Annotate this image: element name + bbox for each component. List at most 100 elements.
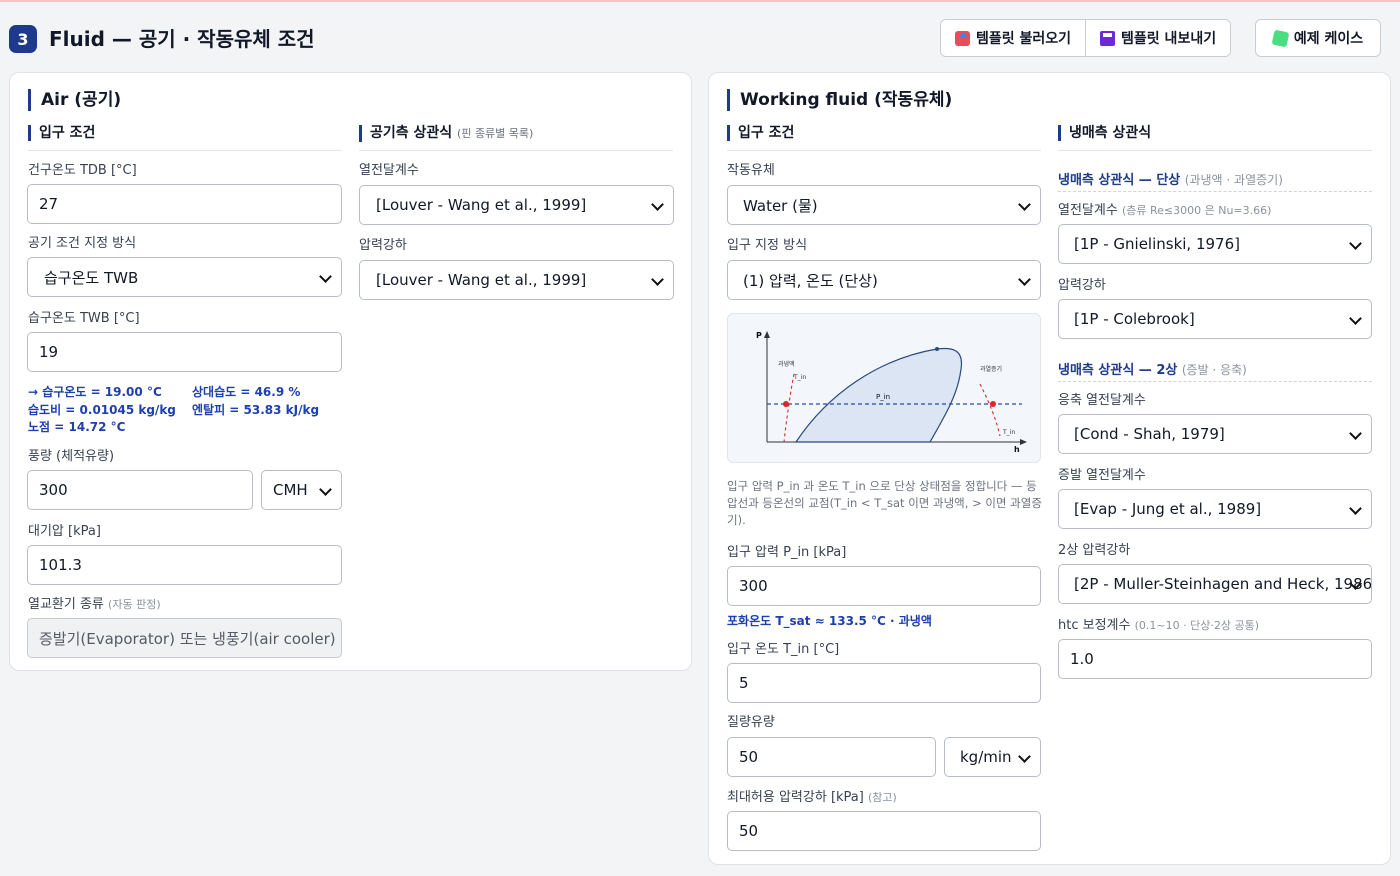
air-corr-title-text: 공기측 상관식 <box>370 125 453 141</box>
wf-corr-title: 냉매측 상관식 <box>1058 125 1151 141</box>
dp1-select[interactable]: [1P - Colebrook] <box>1058 299 1372 339</box>
template-button-group: 템플릿 불러오기 템플릿 내보내기 <box>940 19 1232 57</box>
single-phase-note: (과냉액 · 과열증기) <box>1184 173 1283 187</box>
example-case-label: 예제 케이스 <box>1293 31 1364 47</box>
air-corr-note: (핀 종류별 목록) <box>457 127 534 140</box>
dpmax-input[interactable]: 50 <box>727 811 1041 851</box>
tin-label-field: 입구 온도 T_in [°C] <box>727 642 840 657</box>
state-point-right <box>990 401 996 407</box>
htc1-select[interactable]: [1P - Gnielinski, 1976] <box>1058 224 1372 264</box>
pin-input[interactable]: 300 <box>727 566 1041 606</box>
air-dp-label: 압력강하 <box>359 238 407 253</box>
tin-right-label: T_in <box>1002 429 1015 436</box>
evap-label: 증발 열전달계수 <box>1058 468 1146 483</box>
upload-icon <box>955 30 970 46</box>
airflow-input[interactable]: 300 <box>27 470 253 510</box>
air-card-title: Air (공기) <box>28 89 121 111</box>
example-case-button[interactable]: 예제 케이스 <box>1255 19 1381 57</box>
dpmax-label: 최대허용 압력강하 [kPa] (참고) <box>727 789 897 806</box>
isotherm-left <box>783 373 795 443</box>
dp1-label: 압력강하 <box>1058 278 1106 293</box>
p-axis-arrow <box>764 331 770 338</box>
critical-point <box>935 347 939 351</box>
tin-left-label: T_in <box>793 374 806 381</box>
hx-type-label-text: 열교환기 종류 <box>28 597 104 612</box>
calc-twb: → 습구온도 = 19.00 °C <box>28 385 162 399</box>
air-htc-label: 열전달계수 <box>359 163 419 178</box>
tdb-label: 건구온도 TDB [°C] <box>28 163 137 178</box>
puzzle-icon <box>1271 29 1290 47</box>
ph-diagram: P h 과냉액 T_in 과열증기 T_in P_in <box>727 313 1041 463</box>
htcf-label-text: htc 보정계수 <box>1058 618 1131 633</box>
calc-enthalpy: 엔탈피 = 53.83 kJ/kg <box>192 403 320 417</box>
fluid-label: 작동유체 <box>727 163 775 178</box>
twb-label: 습구온도 TWB [°C] <box>28 311 140 326</box>
tsat-info: 포화온도 T_sat ≈ 133.5 °C · 과냉액 <box>727 614 932 628</box>
wf-card-title: Working fluid (작동유체) <box>727 89 952 111</box>
wf-help-text: 입구 압력 P_in 과 온도 T_in 으로 단상 상태점을 정합니다 — 등… <box>727 479 1042 527</box>
single-phase-head: 냉매측 상관식 — 단상 (과냉액 · 과열증기) <box>1058 169 1372 192</box>
patm-label: 대기압 [kPa] <box>28 524 101 539</box>
wf-inlet-title: 입구 조건 <box>727 125 794 141</box>
wf-mode-label: 입구 지정 방식 <box>727 238 808 253</box>
airflow-unit-select[interactable]: CMH <box>261 470 342 510</box>
p-axis-label: P <box>756 331 762 340</box>
htc1-note: (층류 Re≤3000 은 Nu=3.66) <box>1121 204 1272 217</box>
htcf-input[interactable]: 1.0 <box>1058 639 1372 679</box>
wf-inlet-divider <box>727 150 1041 151</box>
hx-type-label: 열교환기 종류 (자동 판정) <box>28 596 161 613</box>
wf-corr-divider <box>1058 150 1372 151</box>
load-template-button[interactable]: 템플릿 불러오기 <box>941 20 1086 56</box>
twb-input[interactable]: 19 <box>27 332 342 372</box>
h-axis-arrow <box>1020 439 1027 445</box>
htcf-label: htc 보정계수 (0.1~10 · 단상·2상 공통) <box>1058 617 1259 634</box>
state-point-left <box>783 401 789 407</box>
single-phase-head-text: 냉매측 상관식 — 단상 <box>1058 173 1181 188</box>
calc-rh: 상대습도 = 46.9 % <box>192 385 301 399</box>
mflow-unit-select[interactable]: kg/min <box>944 737 1041 777</box>
subcooled-label: 과냉액 <box>778 360 795 368</box>
patm-input[interactable]: 101.3 <box>27 545 342 585</box>
air-htc-select[interactable]: [Louver - Wang et al., 1999] <box>359 185 674 225</box>
two-phase-head-text: 냉매측 상관식 — 2상 <box>1058 363 1178 378</box>
calc-humidity-ratio: 습도비 = 0.01045 kg/kg <box>28 403 176 417</box>
pin-label: P_in <box>876 393 890 401</box>
page-title: Fluid — 공기 · 작동유체 조건 <box>49 27 315 51</box>
dpmax-label-text: 최대허용 압력강하 [kPa] <box>727 790 864 805</box>
section-header: 3 Fluid — 공기 · 작동유체 조건 템플릿 불러오기 템플릿 내보내기… <box>0 2 1400 70</box>
calc-dewpoint: 노점 = 14.72 °C <box>28 420 126 434</box>
ph-diagram-svg: P h 과냉액 T_in 과열증기 T_in P_in <box>756 331 1027 454</box>
two-phase-note: (증발 · 응축) <box>1181 363 1247 377</box>
tdb-input[interactable]: 27 <box>27 184 342 224</box>
step-badge: 3 <box>9 25 37 53</box>
wf-mode-select[interactable]: (1) 압력, 온도 (단상) <box>727 260 1041 300</box>
air-corr-divider <box>359 150 673 151</box>
tin-input[interactable]: 5 <box>727 663 1041 703</box>
htc1-label-text: 열전달계수 <box>1058 203 1118 218</box>
export-template-button[interactable]: 템플릿 내보내기 <box>1085 20 1231 56</box>
htcf-note: (0.1~10 · 단상·2상 공통) <box>1134 619 1259 632</box>
cond-label: 응축 열전달계수 <box>1058 393 1146 408</box>
dpmax-note: (참고) <box>867 791 897 804</box>
fluid-select[interactable]: Water (물) <box>727 185 1041 225</box>
hx-type-note: (자동 판정) <box>108 598 161 611</box>
h-axis-label: h <box>1014 445 1020 454</box>
cond-select[interactable]: [Cond - Shah, 1979] <box>1058 414 1372 454</box>
dp2-select[interactable]: [2P - Muller-Steinhagen and Heck, 1986] <box>1058 564 1372 604</box>
evap-select[interactable]: [Evap - Jung et al., 1989] <box>1058 489 1372 529</box>
export-template-label: 템플릿 내보내기 <box>1121 31 1217 47</box>
mflow-label: 질량유량 <box>727 715 775 730</box>
air-mode-label: 공기 조건 지정 방식 <box>28 236 137 251</box>
two-phase-head: 냉매측 상관식 — 2상 (증발 · 응축) <box>1058 359 1372 382</box>
isotherm-right <box>979 383 1001 437</box>
air-corr-title: 공기측 상관식 (핀 종류별 목록) <box>359 125 533 142</box>
air-inlet-divider <box>28 150 342 151</box>
mflow-input[interactable]: 50 <box>727 737 936 777</box>
air-inlet-title: 입구 조건 <box>28 125 95 141</box>
air-mode-select[interactable]: 습구온도 TWB <box>27 257 342 297</box>
dp2-label: 2상 압력강하 <box>1058 543 1131 558</box>
air-dp-select[interactable]: [Louver - Wang et al., 1999] <box>359 260 674 300</box>
floppy-disk-icon <box>1100 30 1116 46</box>
airflow-label: 풍량 (체적유량) <box>28 449 115 464</box>
htc1-label: 열전달계수 (층류 Re≤3000 은 Nu=3.66) <box>1058 202 1271 219</box>
